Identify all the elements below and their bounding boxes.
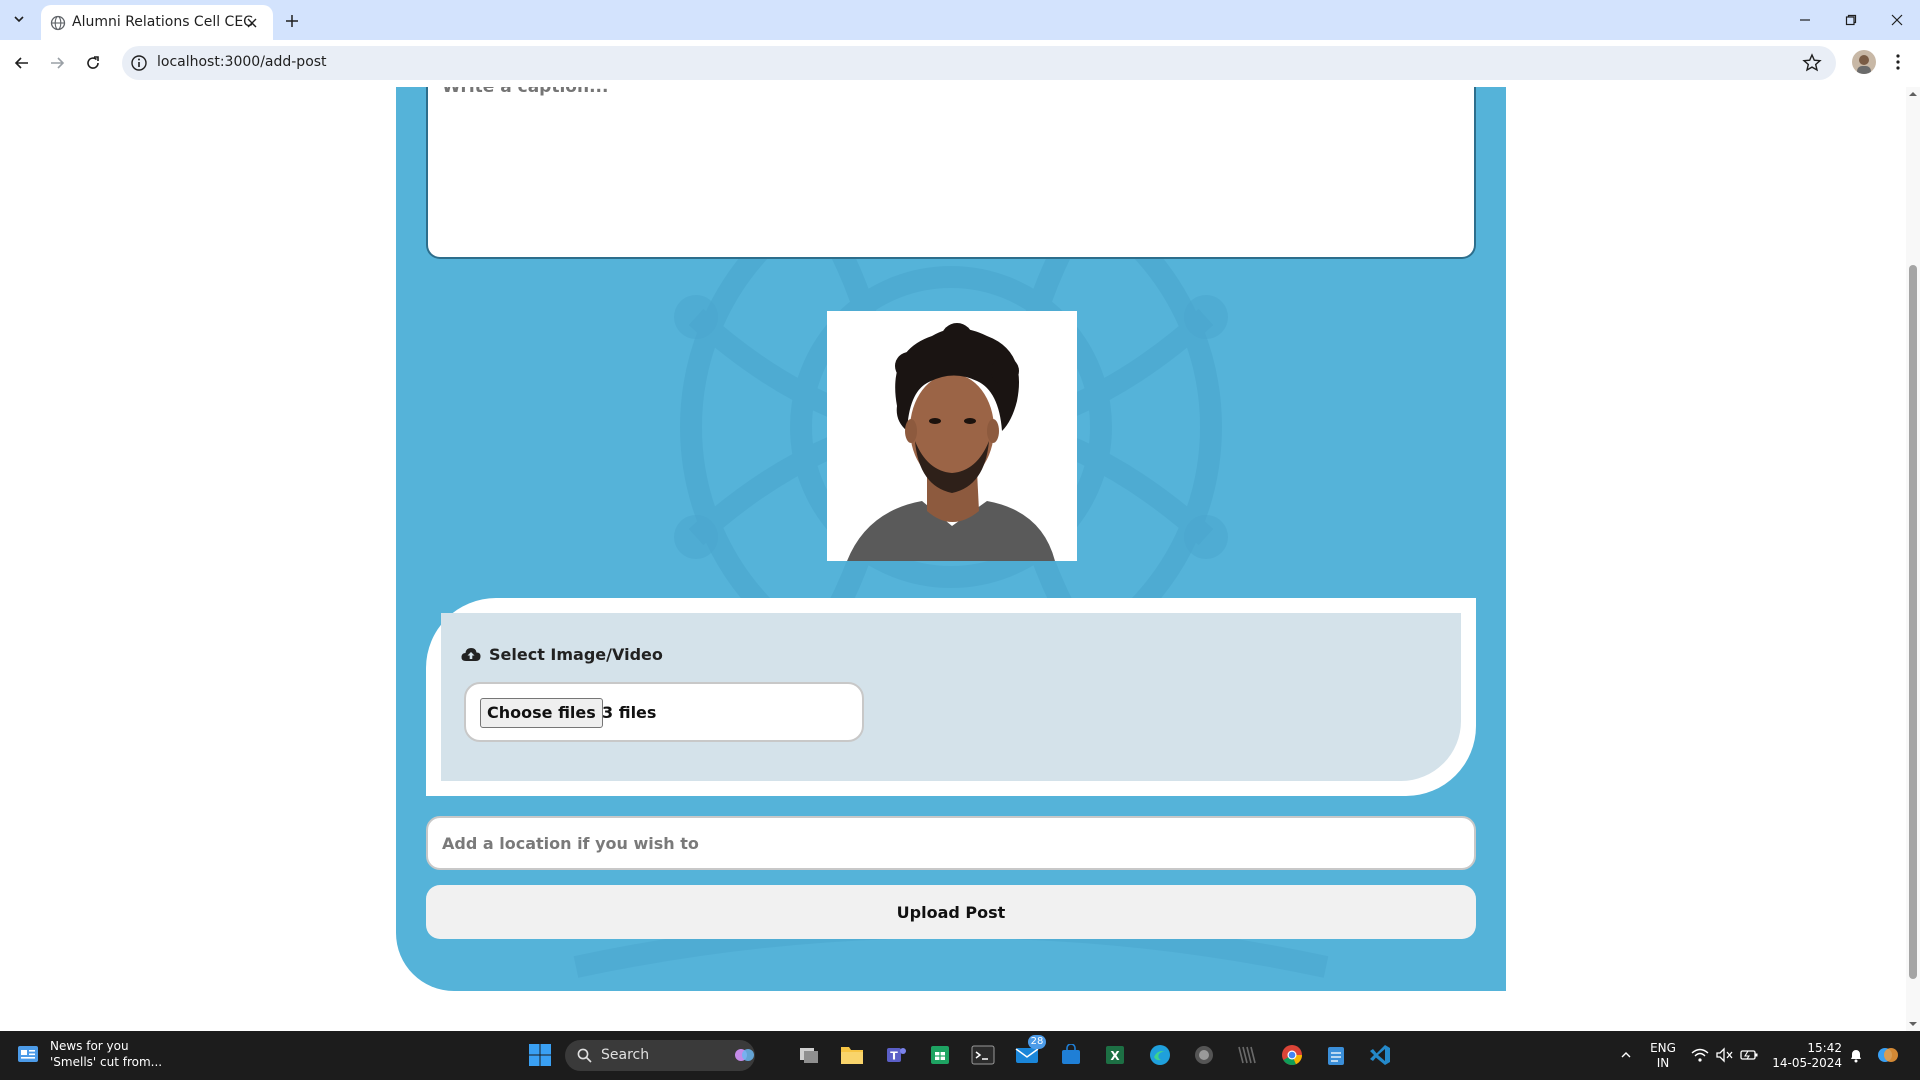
store-icon[interactable] (1057, 1041, 1085, 1069)
notification-bell-icon[interactable] (1842, 1041, 1870, 1069)
teams-icon[interactable]: T (882, 1041, 910, 1069)
profile-avatar[interactable] (1852, 50, 1876, 74)
choose-files-button[interactable]: Choose files (480, 698, 603, 728)
clock-date: 14-05-2024 (1772, 1056, 1842, 1070)
vertical-scrollbar[interactable] (1906, 87, 1920, 1031)
menu-kebab-icon[interactable] (1888, 50, 1908, 74)
reload-icon[interactable] (79, 49, 107, 77)
window-close-icon[interactable] (1882, 8, 1912, 32)
new-tab-icon[interactable] (280, 9, 304, 33)
bookmark-star-icon[interactable] (1802, 53, 1822, 73)
vscode-icon[interactable] (1366, 1041, 1394, 1069)
tray-overflow-icon[interactable] (1612, 1041, 1640, 1069)
caption-textarea[interactable] (426, 87, 1476, 259)
tab-search-icon[interactable] (8, 8, 30, 30)
app-icon-2[interactable] (1233, 1041, 1261, 1069)
browser-chrome: Alumni Relations Cell CEC localhost:3000… (0, 0, 1920, 87)
image-preview (827, 311, 1077, 561)
minimize-icon[interactable] (1790, 8, 1820, 32)
mail-badge: 28 (1028, 1035, 1046, 1049)
back-icon[interactable] (8, 49, 36, 77)
language-line1: ENG (1650, 1041, 1676, 1055)
page-viewport: Select Image/Video Choose files 3 files … (0, 87, 1906, 1031)
news-widget[interactable]: News for you 'Smells' cut from... (16, 1038, 162, 1070)
file-count-text: 3 files (602, 703, 657, 722)
news-icon (18, 1046, 38, 1062)
notepad-icon[interactable] (1322, 1041, 1350, 1069)
close-icon[interactable] (242, 13, 262, 33)
restore-icon[interactable] (1836, 8, 1866, 32)
scroll-down-arrow-icon[interactable] (1908, 1019, 1918, 1029)
url-text: localhost:3000/add-post (157, 54, 327, 70)
sheets-icon[interactable] (926, 1041, 954, 1069)
terminal-icon[interactable] (969, 1041, 997, 1069)
upload-post-button[interactable]: Upload Post (426, 885, 1476, 939)
upload-panel: Select Image/Video Choose files 3 files (426, 598, 1476, 796)
browser-toolbar: localhost:3000/add-post (0, 40, 1920, 87)
language-line2: IN (1656, 1056, 1670, 1070)
file-explorer-icon[interactable] (838, 1041, 866, 1069)
tab-active[interactable]: Alumni Relations Cell CEC (41, 5, 273, 40)
tab-title: Alumni Relations Cell CEC (72, 14, 253, 30)
start-icon[interactable] (526, 1041, 554, 1069)
windows-taskbar: News for you 'Smells' cut from... Search… (0, 1031, 1920, 1080)
scrollbar-thumb[interactable] (1909, 265, 1917, 979)
person-photo (827, 311, 1077, 561)
app-icon[interactable] (1190, 1041, 1218, 1069)
volume-muted-icon[interactable] (1710, 1041, 1738, 1069)
info-icon[interactable] (130, 54, 148, 72)
news-title: News for you (50, 1039, 129, 1053)
address-bar[interactable]: localhost:3000/add-post (122, 46, 1836, 80)
chrome-icon[interactable] (1278, 1041, 1306, 1069)
tab-strip: Alumni Relations Cell CEC (0, 0, 1920, 40)
copilot-icon (735, 1049, 754, 1061)
svg-text:X: X (1110, 1049, 1120, 1063)
battery-icon[interactable] (1735, 1041, 1763, 1069)
svg-text:T: T (890, 1050, 898, 1063)
excel-icon[interactable]: X (1101, 1041, 1129, 1069)
search-icon (577, 1048, 592, 1063)
search-label: Search (601, 1047, 650, 1063)
file-input[interactable]: Choose files 3 files (464, 682, 864, 742)
edge-icon[interactable] (1146, 1041, 1174, 1069)
taskbar-search[interactable]: Search (565, 1040, 755, 1071)
scroll-up-arrow-icon[interactable] (1908, 89, 1918, 99)
add-post-card: Select Image/Video Choose files 3 files … (396, 87, 1506, 991)
globe-icon (50, 15, 66, 31)
news-subtitle: 'Smells' cut from... (50, 1055, 163, 1069)
upload-panel-inner: Select Image/Video Choose files 3 files (441, 613, 1461, 781)
location-input[interactable] (426, 816, 1476, 870)
forward-icon[interactable] (43, 49, 71, 77)
copilot-tray-icon[interactable] (1874, 1041, 1902, 1069)
upload-label-text: Select Image/Video (489, 645, 663, 664)
task-view-icon[interactable] (795, 1041, 823, 1069)
upload-label: Select Image/Video (461, 645, 663, 664)
clock-time: 15:42 (1807, 1041, 1842, 1055)
cloud-upload-icon (461, 647, 481, 661)
